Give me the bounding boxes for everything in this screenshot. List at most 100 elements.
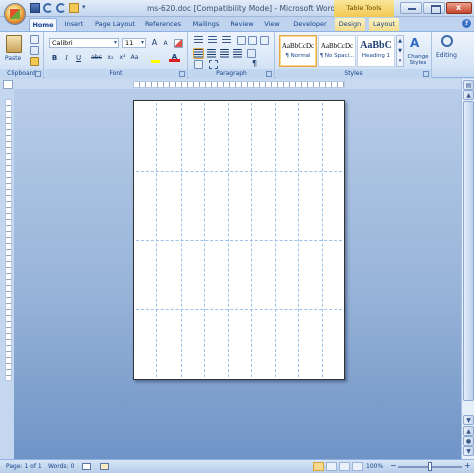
tab-mailings[interactable]: Mailings [190,18,222,31]
ribbon-tabs: Home Insert Page Layout References Maili… [0,17,474,31]
maximize-button[interactable] [423,2,445,14]
save-icon[interactable] [30,3,40,13]
tab-review[interactable]: Review [229,18,255,31]
align-right-icon[interactable] [220,49,229,58]
style-no-spacing-name: ¶ No Spaci... [319,53,355,59]
vertical-scrollbar[interactable]: ▤ ▲ ▼ ▲ ● ▼ [461,79,474,459]
justify-icon[interactable] [233,49,242,58]
office-logo-icon [10,9,20,19]
sort-icon[interactable] [260,36,269,45]
tab-developer[interactable]: Developer [291,18,329,31]
next-page-icon[interactable]: ▼ [463,446,474,456]
font-name-combo[interactable]: Calibri [49,38,119,48]
format-painter-icon[interactable] [30,57,39,66]
proofing-icon[interactable] [82,463,91,470]
change-case-button[interactable]: Aa [129,53,140,63]
paragraph-launcher-icon[interactable] [266,71,272,77]
outline-view-icon[interactable] [352,462,363,471]
change-styles-icon[interactable]: A [410,36,419,50]
full-screen-reading-icon[interactable] [326,462,337,471]
zoom-out-button[interactable]: − [390,461,397,470]
clipboard-launcher-icon[interactable] [35,71,41,77]
increase-indent-icon[interactable] [248,36,257,45]
macro-icon[interactable] [100,463,109,470]
styles-scroll[interactable]: ▲ ▼ ▾ [396,35,404,67]
tab-page-layout[interactable]: Page Layout [94,18,136,31]
bullets-icon[interactable] [194,36,203,45]
help-icon[interactable]: ? [462,19,471,28]
tab-view[interactable]: View [262,18,282,31]
align-center-icon[interactable] [207,49,216,58]
redo-icon[interactable] [56,3,66,13]
multilevel-list-icon[interactable] [222,36,231,45]
borders-icon[interactable] [209,60,218,69]
tab-selector[interactable] [3,80,13,89]
underline-button[interactable]: U [73,53,84,63]
zoom-slider-knob[interactable] [428,462,432,471]
styles-group-label: Styles [276,69,431,78]
scroll-down-icon[interactable]: ▼ [463,415,474,425]
line-spacing-icon[interactable] [247,49,256,58]
align-left-icon[interactable] [193,48,204,59]
window-title: ms-620.doc [Compatibility Mode] - Micros… [147,4,336,13]
subscript-button[interactable]: x₂ [105,53,116,63]
ruler-view-icon[interactable]: ▤ [463,80,474,90]
cut-icon[interactable] [30,35,39,44]
horizontal-ruler[interactable] [133,81,345,88]
bold-button[interactable]: B [49,53,60,63]
select-browse-object-icon[interactable]: ● [463,436,474,446]
italic-button[interactable]: I [61,53,72,63]
paste-icon[interactable] [6,35,22,53]
font-launcher-icon[interactable] [179,71,185,77]
open-folder-icon[interactable] [69,3,79,13]
zoom-in-button[interactable]: + [464,461,471,470]
web-layout-icon[interactable] [339,462,350,471]
shading-icon[interactable] [194,60,203,69]
highlight-icon[interactable] [151,54,160,63]
numbering-icon[interactable] [208,36,217,45]
document-page[interactable] [133,100,345,380]
print-layout-view-icon[interactable] [313,462,324,471]
decrease-indent-icon[interactable] [237,36,246,45]
strikethrough-button[interactable]: abc [90,53,103,63]
office-button[interactable] [4,3,26,25]
previous-page-icon[interactable]: ▲ [463,426,474,436]
vertical-ruler[interactable] [5,99,12,381]
table-gridline [136,309,342,310]
tab-design[interactable]: Design [335,18,365,31]
style-heading-1[interactable]: AaBbC Heading 1 [357,35,395,67]
superscript-button[interactable]: x² [117,53,128,63]
tab-references[interactable]: References [143,18,183,31]
page-count[interactable]: Page: 1 of 1 [6,463,42,470]
table-gridline [136,171,342,172]
undo-icon[interactable] [43,3,53,13]
style-heading-1-name: Heading 1 [361,53,391,59]
find-icon[interactable] [441,35,453,47]
copy-icon[interactable] [30,46,39,55]
customize-qat-icon[interactable]: ▾ [82,3,88,13]
show-marks-button[interactable]: ¶ [249,59,260,69]
paste-label[interactable]: Paste [5,55,21,62]
editing-label[interactable]: Editing [436,52,457,59]
clipboard-group: Paste Clipboard [0,32,44,78]
scrollbar-thumb[interactable] [463,101,474,401]
scroll-up-icon[interactable]: ▲ [463,90,474,100]
table-gridline [136,240,342,241]
change-styles-label[interactable]: Change Styles [406,54,430,66]
grow-font-button[interactable]: A [149,38,160,48]
style-heading-1-sample: AaBbC [360,40,392,51]
minimize-button[interactable] [400,2,422,14]
style-normal[interactable]: AaBbCcDc ¶ Normal [279,35,317,67]
font-color-icon[interactable]: A [169,52,180,62]
zoom-level[interactable]: 100% [366,463,383,470]
style-no-spacing[interactable]: AaBbCcDc ¶ No Spaci... [318,35,356,67]
tab-insert[interactable]: Insert [62,18,86,31]
word-count[interactable]: Words: 0 [48,463,74,470]
tab-home[interactable]: Home [29,18,57,31]
close-button[interactable] [446,2,472,14]
styles-launcher-icon[interactable] [423,71,429,77]
tab-layout[interactable]: Layout [369,18,399,31]
shrink-font-button[interactable]: A [160,39,171,49]
clear-formatting-icon[interactable] [174,39,183,48]
font-size-combo[interactable]: 11 [122,38,146,48]
